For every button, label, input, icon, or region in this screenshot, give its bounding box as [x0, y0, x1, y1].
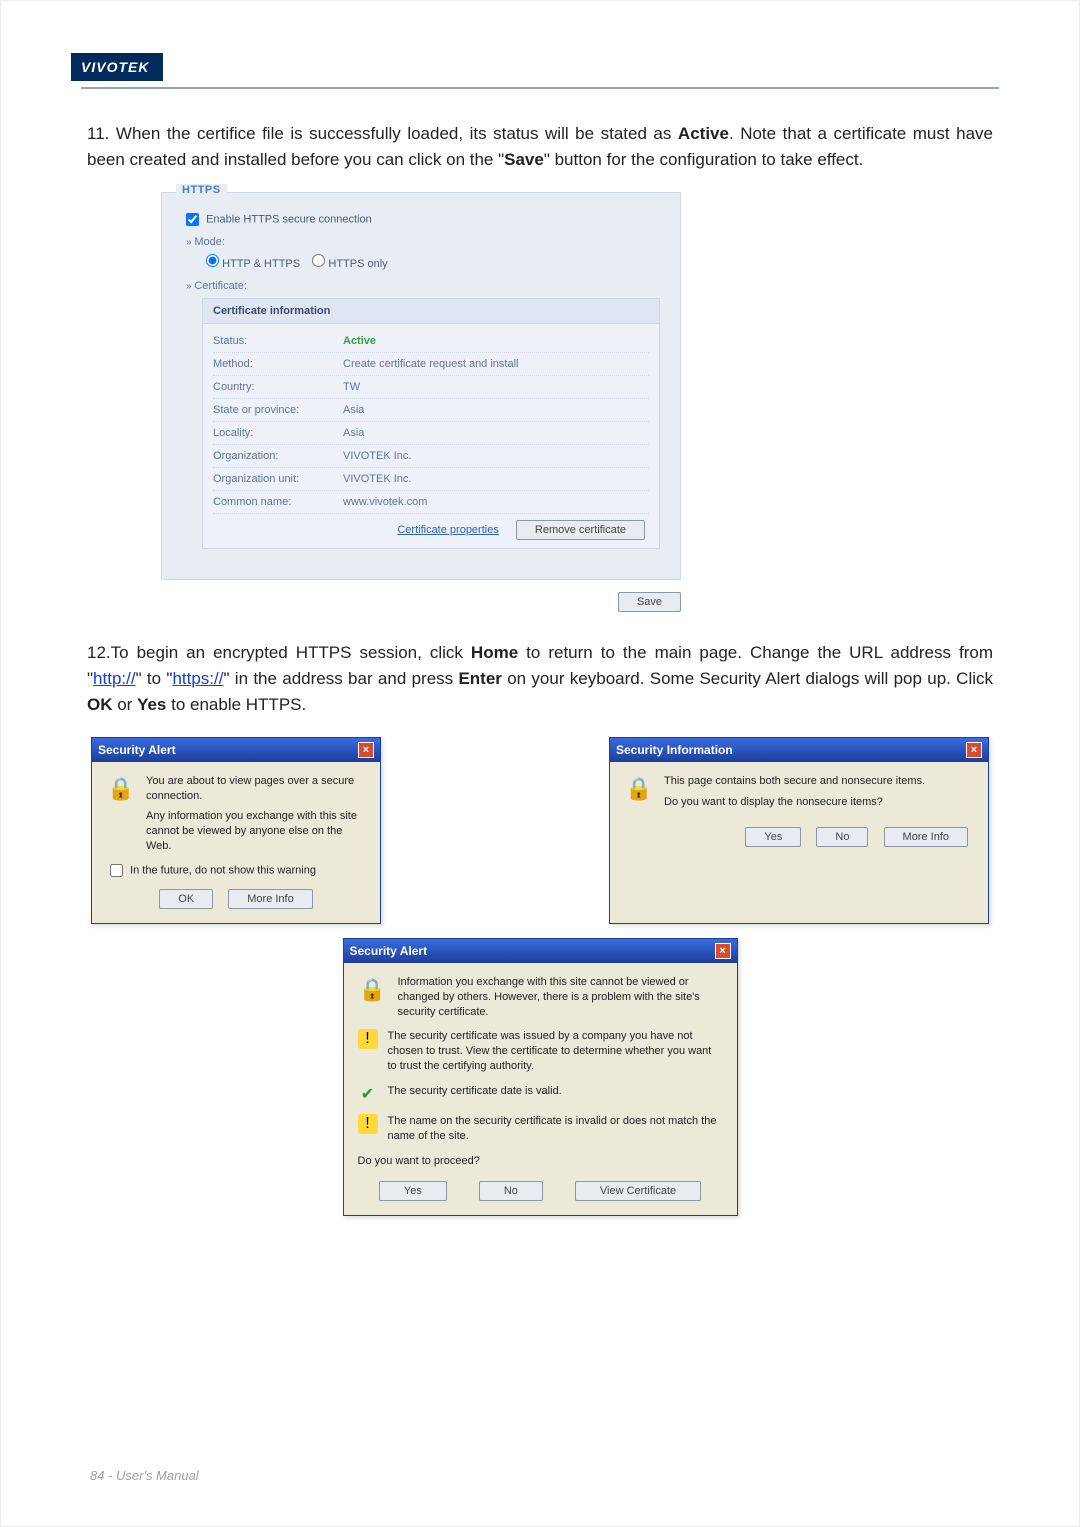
radio-http-https[interactable]	[206, 254, 219, 267]
p12-prefix: 12.To begin an encrypted HTTPS session, …	[87, 643, 471, 662]
certificate-properties-link[interactable]: Certificate properties	[397, 524, 499, 536]
cert-row: Common name: www.vivotek.com	[213, 491, 649, 514]
dlg1-title: Security Alert	[98, 743, 176, 757]
cert-key: State or province:	[213, 404, 343, 416]
dlg3-title: Security Alert	[350, 944, 428, 958]
p12-yes: Yes	[137, 695, 166, 714]
security-information-dialog: Security Information × 🔒 This page conta…	[609, 737, 989, 924]
cert-val: VIVOTEK Inc.	[343, 473, 411, 485]
p12-https-link: https://	[172, 669, 223, 688]
dlg1-cb-label: In the future, do not show this warning	[130, 864, 316, 876]
cert-key: Locality:	[213, 427, 343, 439]
cert-key: Method:	[213, 358, 343, 370]
yes-button[interactable]: Yes	[745, 827, 801, 847]
lock-warn-icon: 🔒	[358, 975, 388, 1005]
no-button[interactable]: No	[816, 827, 868, 847]
enable-https-label: Enable HTTPS secure connection	[206, 213, 372, 225]
cert-key: Organization unit:	[213, 473, 343, 485]
mode-section-label[interactable]: Mode:	[186, 236, 660, 248]
dlg3-warn1: The security certificate was issued by a…	[388, 1029, 723, 1074]
cert-key: Status:	[213, 335, 343, 347]
p11-active: Active	[678, 124, 729, 143]
no-button[interactable]: No	[479, 1181, 543, 1201]
view-certificate-button[interactable]: View Certificate	[575, 1181, 701, 1201]
cert-row: Country: TW	[213, 376, 649, 399]
dlg3-warn2: The name on the security certificate is …	[388, 1114, 723, 1144]
dlg1-msg1: You are about to view pages over a secur…	[146, 774, 366, 804]
security-alert-dialog-1: Security Alert × 🔒 You are about to view…	[91, 737, 381, 924]
p12-http-link: http://	[93, 669, 136, 688]
p12-enter: Enter	[458, 669, 501, 688]
p11-save: Save	[504, 150, 544, 169]
certificate-info-header: Certificate information	[203, 299, 659, 324]
cert-key: Country:	[213, 381, 343, 393]
p12-ok: OK	[87, 695, 113, 714]
mode-https-only[interactable]: HTTPS only	[312, 258, 387, 270]
page-footer: 84 - User's Manual	[90, 1468, 199, 1483]
cert-row: Organization unit: VIVOTEK Inc.	[213, 468, 649, 491]
enable-https-checkbox[interactable]	[186, 213, 199, 226]
ok-button[interactable]: OK	[159, 889, 213, 909]
radio-https-only[interactable]	[312, 254, 325, 267]
close-icon[interactable]: ×	[966, 742, 982, 758]
radio1-label: HTTP & HTTPS	[222, 258, 300, 270]
warning-icon: !	[358, 1029, 378, 1049]
p11-prefix: 11. When the certifice file is successfu…	[87, 124, 678, 143]
cert-val-status: Active	[343, 335, 376, 347]
cert-val: Asia	[343, 427, 364, 439]
p12-mid2: " to "	[136, 669, 173, 688]
cert-val: Create certificate request and install	[343, 358, 518, 370]
dlg2-msg2: Do you want to display the nonsecure ite…	[664, 795, 925, 810]
p11-suffix: " button for the configuration to take e…	[544, 150, 863, 169]
remove-certificate-button[interactable]: Remove certificate	[516, 520, 645, 540]
close-icon[interactable]: ×	[715, 943, 731, 959]
dlg2-title: Security Information	[616, 743, 733, 757]
more-info-button[interactable]: More Info	[884, 827, 968, 847]
cert-val: Asia	[343, 404, 364, 416]
lock-warn-icon: 🔒	[624, 774, 654, 804]
brand-label: VIVOTEK	[71, 53, 163, 81]
dlg2-msg1: This page contains both secure and nonse…	[664, 774, 925, 789]
cert-row-status: Status: Active	[213, 330, 649, 353]
paragraph-11: 11. When the certifice file is successfu…	[87, 121, 993, 174]
brand-divider	[81, 87, 999, 89]
cert-val: TW	[343, 381, 360, 393]
p12-mid3: " in the address bar and press	[223, 669, 458, 688]
p12-suffix: to enable HTTPS.	[166, 695, 306, 714]
more-info-button[interactable]: More Info	[228, 889, 312, 909]
paragraph-12: 12.To begin an encrypted HTTPS session, …	[87, 640, 993, 719]
save-button[interactable]: Save	[618, 592, 681, 612]
cert-row: State or province: Asia	[213, 399, 649, 422]
radio2-label: HTTPS only	[328, 258, 387, 270]
https-panel: HTTPS Enable HTTPS secure connection Mod…	[161, 192, 681, 580]
cert-val: VIVOTEK Inc.	[343, 450, 411, 462]
warning-icon: !	[358, 1114, 378, 1134]
cert-row: Organization: VIVOTEK Inc.	[213, 445, 649, 468]
cert-row: Method: Create certificate request and i…	[213, 353, 649, 376]
close-icon[interactable]: ×	[358, 742, 374, 758]
check-icon: ✔	[358, 1084, 378, 1104]
p12-home: Home	[471, 643, 518, 662]
cert-row: Locality: Asia	[213, 422, 649, 445]
cert-key: Organization:	[213, 450, 343, 462]
mode-http-https[interactable]: HTTP & HTTPS	[206, 258, 303, 270]
dlg3-intro: Information you exchange with this site …	[398, 975, 723, 1020]
dlg3-ok1: The security certificate date is valid.	[388, 1084, 562, 1099]
dlg1-msg2: Any information you exchange with this s…	[146, 809, 366, 854]
security-alert-dialog-2: Security Alert × 🔒 Information you excha…	[343, 938, 738, 1216]
dlg3-proceed: Do you want to proceed?	[358, 1154, 723, 1169]
cert-key: Common name:	[213, 496, 343, 508]
lock-info-icon: 🔒	[106, 774, 136, 804]
certificate-info-box: Certificate information Status: Active M…	[202, 298, 660, 549]
certificate-section-label[interactable]: Certificate:	[186, 280, 660, 292]
yes-button[interactable]: Yes	[379, 1181, 447, 1201]
https-legend: HTTPS	[176, 184, 227, 196]
p12-or: or	[113, 695, 138, 714]
cert-val: www.vivotek.com	[343, 496, 427, 508]
do-not-show-checkbox[interactable]	[110, 864, 123, 877]
p12-mid4: on your keyboard. Some Security Alert di…	[502, 669, 993, 688]
